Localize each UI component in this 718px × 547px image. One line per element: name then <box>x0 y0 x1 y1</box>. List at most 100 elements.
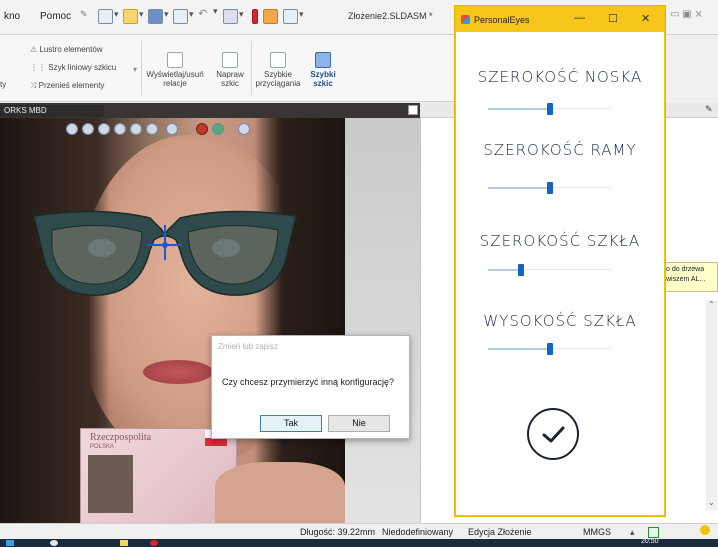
move-entities-button[interactable]: ⤨ Przenieś elementy <box>30 81 104 91</box>
lens-width-label: SZEROKOŚĆ SZKŁA <box>479 232 641 250</box>
ribbon-divider <box>141 41 142 95</box>
close-button[interactable]: ✕ <box>641 12 650 25</box>
ribbon-fragment: ty <box>0 80 7 89</box>
personaleyes-titlebar[interactable]: PersonalEyes — ☐ ✕ <box>456 7 664 32</box>
id-card-subtitle: POLSKA <box>90 444 115 450</box>
chevron-down-icon[interactable]: ⌄ <box>708 498 715 507</box>
slider-fill <box>488 269 522 271</box>
length-readout: Długość: 39.22mm <box>300 527 376 537</box>
document-title: Złożenie2.SLDASM * <box>348 11 433 21</box>
frame-width-label: SZEROKOŚĆ RAMY <box>483 141 637 159</box>
undo-icon[interactable]: ↶ <box>198 6 218 20</box>
mirror-entities-button[interactable]: ⚠ Lustro elementów <box>30 45 103 54</box>
slider-thumb[interactable] <box>518 264 525 276</box>
menu-window[interactable]: kno <box>4 11 20 22</box>
lens-height-label: WYSOKOŚĆ SZKŁA <box>483 312 637 330</box>
view-pane-icon[interactable] <box>408 105 418 115</box>
zoom-area-icon[interactable] <box>82 123 94 135</box>
scene-icon[interactable] <box>212 123 224 135</box>
scrollbar[interactable]: ⌃ ⌄ <box>706 300 717 510</box>
glasses-frame-model[interactable] <box>30 210 300 305</box>
move-icon: ⤨ <box>30 81 39 90</box>
repair-icon <box>222 52 238 68</box>
feature-tree-header[interactable]: ORKS MBD <box>0 105 104 117</box>
linear-pattern-button[interactable]: ⋮⋮ Szyk liniowy szkicu <box>30 63 116 72</box>
pattern-icon: ⋮⋮ <box>30 63 49 72</box>
ribbon-divider <box>251 41 252 95</box>
repair-sketch-button[interactable]: Napraw szkic <box>212 43 248 88</box>
snap-icon <box>270 52 286 68</box>
dialog-title: Zmień lub zapisz <box>218 342 279 351</box>
rapid-sketch-icon <box>315 52 331 68</box>
slider-thumb[interactable] <box>547 182 553 194</box>
dialog-message: Czy chcesz przymierzyć inną konfigurację… <box>222 377 395 387</box>
nose-width-label: SZEROKOŚĆ NOSKA <box>477 68 643 86</box>
ribbon: ty ⚠ Lustro elementów ⋮⋮ Szyk liniowy sz… <box>0 35 455 102</box>
appearance-icon[interactable] <box>196 123 208 135</box>
menu-help[interactable]: Pomoc <box>40 11 71 22</box>
personaleyes-title: PersonalEyes <box>474 15 530 25</box>
quick-snaps-button[interactable]: Szybkie przyciągania <box>253 43 303 88</box>
unit-system[interactable]: MMGS <box>583 527 611 537</box>
slider-thumb[interactable] <box>547 343 553 355</box>
zoom-to-fit-icon[interactable] <box>66 123 78 135</box>
yes-button[interactable]: Tak <box>260 415 322 432</box>
clock: 20:50 <box>641 538 659 545</box>
id-card-title: Rzeczpospolita <box>90 432 152 443</box>
minimize-button[interactable]: — <box>574 12 585 24</box>
solidworks-icon[interactable] <box>150 540 158 546</box>
lens-width-slider[interactable] <box>488 264 612 276</box>
section-view-icon[interactable] <box>114 123 126 135</box>
heads-up-view-toolbar <box>60 121 300 135</box>
rebuild-icon[interactable] <box>252 9 258 24</box>
confirm-button[interactable] <box>527 408 579 460</box>
slider-fill <box>488 348 550 350</box>
select-icon[interactable] <box>223 9 244 24</box>
lens-height-slider[interactable] <box>488 343 612 355</box>
view-settings-icon[interactable] <box>238 123 250 135</box>
chevron-down-icon[interactable]: ▾ <box>133 65 137 74</box>
file-properties-icon[interactable] <box>263 9 278 24</box>
chevron-up-icon[interactable]: ⌃ <box>708 300 715 309</box>
status-bar: Długość: 39.22mm Niedodefiniowany Edycja… <box>0 523 718 540</box>
view-orientation-icon[interactable] <box>130 123 142 135</box>
display-style-icon[interactable] <box>146 123 158 135</box>
save-icon[interactable] <box>148 9 169 24</box>
check-circle-icon <box>542 426 565 443</box>
no-button[interactable]: Nie <box>328 415 390 432</box>
start-icon[interactable] <box>6 540 14 546</box>
slider-thumb[interactable] <box>547 103 553 115</box>
edit-mode: Edycja Złożenie <box>468 527 532 537</box>
personaleyes-window: PersonalEyes — ☐ ✕ SZEROKOŚĆ NOSKA SZERO… <box>455 6 665 516</box>
new-document-icon[interactable] <box>98 9 119 24</box>
window-controls-icon[interactable]: ▭ ▣ ⨯ <box>670 9 703 20</box>
definition-state: Niedodefiniowany <box>382 527 454 537</box>
options-icon[interactable] <box>283 9 304 24</box>
lips-image <box>143 360 213 384</box>
tooltip: o do drzewa wiszem AL... <box>663 262 718 292</box>
slider-fill <box>488 108 550 110</box>
rebuild-status-icon[interactable] <box>700 525 710 535</box>
chevron-up-icon[interactable]: ▴ <box>630 527 635 538</box>
folder-icon[interactable] <box>120 540 128 546</box>
taskbar-app-icon[interactable] <box>50 540 58 546</box>
open-folder-icon[interactable] <box>123 9 144 24</box>
configuration-dialog: Zmień lub zapisz Czy chcesz przymierzyć … <box>211 335 410 439</box>
relations-icon <box>167 52 183 68</box>
pin-icon[interactable]: ✎ <box>80 9 93 22</box>
mirror-icon: ⚠ <box>30 45 40 54</box>
maximize-button[interactable]: ☐ <box>608 12 618 25</box>
hand-image <box>215 462 345 523</box>
pin-icon[interactable]: ✎ <box>705 104 713 115</box>
slider-fill <box>488 187 550 189</box>
status-icon[interactable] <box>648 527 659 538</box>
previous-view-icon[interactable] <box>98 123 110 135</box>
hide-show-icon[interactable] <box>166 123 178 135</box>
display-relations-button[interactable]: Wyświetlaj/usuń relacje <box>144 43 206 88</box>
windows-taskbar: 20:50 <box>0 538 718 547</box>
id-photo-image <box>88 455 133 513</box>
rapid-sketch-button[interactable]: Szybki szkic <box>305 43 341 88</box>
nose-width-slider[interactable] <box>488 103 612 115</box>
frame-width-slider[interactable] <box>488 182 612 194</box>
print-icon[interactable] <box>173 9 194 24</box>
